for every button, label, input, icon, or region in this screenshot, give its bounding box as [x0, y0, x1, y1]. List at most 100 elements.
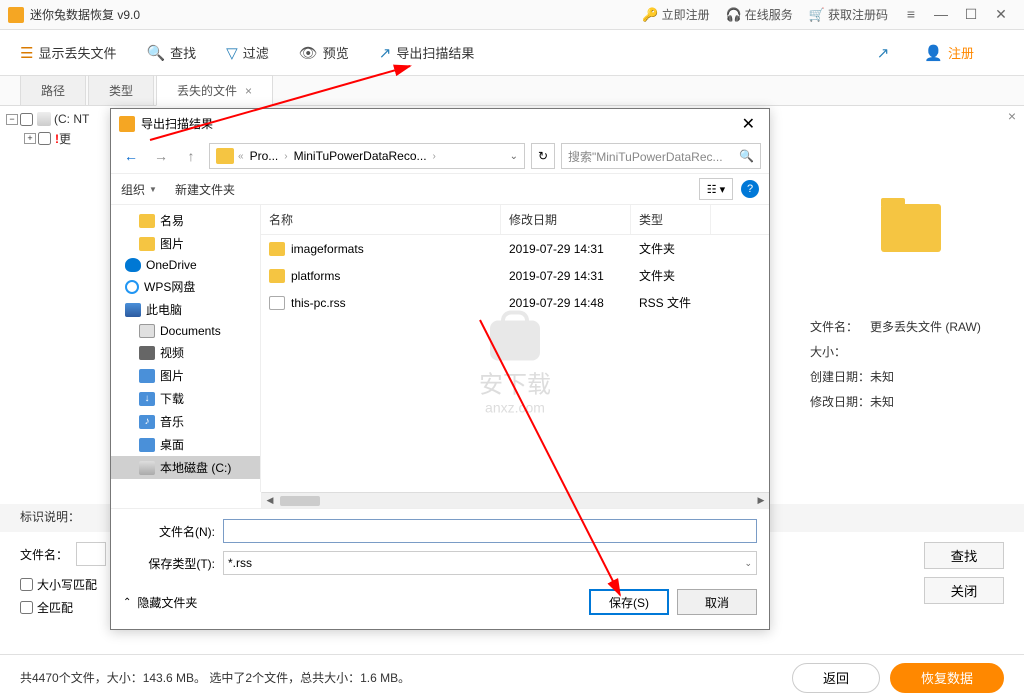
tree-item-OneDrive[interactable]: OneDrive — [111, 255, 260, 275]
tree-node-more[interactable]: + ! 更 — [24, 130, 104, 147]
dialog-title: 导出扫描结果 — [141, 115, 736, 132]
key-icon: 🔑 — [642, 7, 658, 23]
crumb-item[interactable]: Pro... — [244, 149, 285, 163]
expand-icon[interactable]: + — [24, 133, 36, 144]
close-find-button[interactable]: 关闭 — [924, 577, 1004, 604]
folder-icon — [269, 269, 285, 283]
desktop-icon — [139, 438, 155, 452]
collapse-icon[interactable]: − — [6, 114, 18, 125]
register-now-link[interactable]: 🔑立即注册 — [634, 6, 717, 23]
tab-path[interactable]: 路径 — [20, 75, 86, 105]
folder-icon — [269, 242, 285, 256]
share-button[interactable]: ↗ — [877, 44, 895, 62]
filename-search-input[interactable] — [76, 542, 106, 566]
organize-button[interactable]: 组织▼ — [121, 181, 157, 198]
preview-button[interactable]: 👁预览 — [299, 43, 349, 62]
crumb-dropdown-icon[interactable]: ⌄ — [506, 151, 522, 162]
file-row[interactable]: platforms2019-07-29 14:31文件夹 — [261, 262, 769, 289]
list-header: 名称 修改日期 类型 — [261, 205, 769, 235]
nav-back-button[interactable]: ← — [119, 144, 143, 168]
tab-lost-label: 丢失的文件 — [177, 84, 237, 98]
dialog-titlebar: 导出扫描结果 ✕ — [111, 109, 769, 139]
created-label: 创建日期： — [810, 368, 870, 385]
tree-item-视频[interactable]: 视频 — [111, 341, 260, 364]
file-type: 文件夹 — [631, 238, 711, 259]
find-button[interactable]: 查找 — [924, 542, 1004, 569]
scroll-left-icon[interactable]: ◀ — [262, 494, 278, 508]
show-lost-button[interactable]: ☰显示丢失文件 — [20, 43, 116, 62]
info-close-button[interactable]: × — [1008, 108, 1016, 124]
col-date[interactable]: 修改日期 — [501, 205, 631, 234]
tree-item-本地磁盘 (C:)[interactable]: 本地磁盘 (C:) — [111, 456, 260, 479]
view-mode-button[interactable]: ☷ ▾ — [699, 178, 733, 200]
file-type: RSS 文件 — [631, 292, 711, 313]
file-info-panel: × 文件名：更多丢失文件 (RAW) 大小： 创建日期：未知 修改日期：未知 — [806, 108, 1016, 418]
nav-up-button[interactable]: ↑ — [179, 144, 203, 168]
file-row[interactable]: imageformats2019-07-29 14:31文件夹 — [261, 235, 769, 262]
save-button[interactable]: 保存(S) — [589, 589, 669, 615]
wps-icon — [125, 280, 139, 294]
back-button[interactable]: 返回 — [792, 663, 880, 693]
onedrive-icon — [125, 258, 141, 272]
hide-folders-toggle[interactable]: ⌃ 隐藏文件夹 — [123, 594, 197, 611]
help-button[interactable]: ? — [741, 180, 759, 198]
dialog-folder-tree: 名易图片OneDriveWPS网盘此电脑Documents视频图片下载音乐桌面本… — [111, 205, 261, 492]
refresh-button[interactable]: ↻ — [531, 143, 555, 169]
tree-checkbox[interactable] — [20, 113, 33, 126]
col-type[interactable]: 类型 — [631, 205, 711, 234]
scroll-right-icon[interactable]: ▶ — [753, 494, 769, 508]
scroll-thumb[interactable] — [280, 496, 320, 506]
register-button[interactable]: 👤注册 — [924, 43, 974, 62]
tree-node-root[interactable]: − (C: NT — [6, 112, 104, 126]
chevron-down-icon: ▼ — [149, 185, 157, 194]
crumb-item[interactable]: MiniTuPowerDataReco... — [288, 149, 433, 163]
cancel-button[interactable]: 取消 — [677, 589, 757, 615]
breadcrumb[interactable]: « Pro... › MiniTuPowerDataReco... › ⌄ — [209, 143, 525, 169]
tab-type[interactable]: 类型 — [88, 75, 154, 105]
new-folder-button[interactable]: 新建文件夹 — [175, 181, 235, 198]
online-service-link[interactable]: 🎧在线服务 — [718, 6, 801, 23]
tree-item-名易[interactable]: 名易 — [111, 209, 260, 232]
match-whole-checkbox[interactable] — [20, 601, 33, 614]
match-case-checkbox[interactable] — [20, 578, 33, 591]
minimize-button[interactable]: — — [926, 6, 956, 23]
modified-label: 修改日期： — [810, 393, 870, 410]
tab-close-icon[interactable]: × — [245, 84, 252, 98]
tree-item-Documents[interactable]: Documents — [111, 321, 260, 341]
export-button[interactable]: ↗导出扫描结果 — [379, 43, 475, 62]
tree-item-label: 名易 — [160, 212, 184, 229]
dialog-search-input[interactable]: 搜索"MiniTuPowerDataRec... 🔍 — [561, 143, 761, 169]
share-icon: ↗ — [877, 44, 890, 62]
filename-input[interactable] — [223, 519, 757, 543]
file-row[interactable]: this-pc.rss 2019-07-29 14:48RSS 文件 — [261, 289, 769, 316]
search-button[interactable]: 🔍查找 — [146, 43, 196, 62]
eye-icon: 👁 — [299, 44, 318, 62]
tree-item-此电脑[interactable]: 此电脑 — [111, 298, 260, 321]
col-name[interactable]: 名称 — [261, 205, 501, 234]
file-date: 2019-07-29 14:48 — [501, 292, 631, 313]
tree-item-WPS网盘[interactable]: WPS网盘 — [111, 275, 260, 298]
video-icon — [139, 346, 155, 360]
nav-forward-button[interactable]: → — [149, 144, 173, 168]
mark-label: 标识说明： — [20, 510, 80, 524]
tree-item-下载[interactable]: 下载 — [111, 387, 260, 410]
menu-button[interactable]: ≡ — [896, 6, 926, 23]
savetype-select[interactable]: *.rss ⌄ — [223, 551, 757, 575]
close-button[interactable]: ✕ — [986, 6, 1016, 23]
dialog-body: 名易图片OneDriveWPS网盘此电脑Documents视频图片下载音乐桌面本… — [111, 205, 769, 492]
horizontal-scrollbar[interactable]: ◀ ▶ — [261, 492, 769, 508]
tree-item-图片[interactable]: 图片 — [111, 364, 260, 387]
tree-checkbox[interactable] — [38, 132, 51, 145]
tree-item-音乐[interactable]: 音乐 — [111, 410, 260, 433]
dialog-close-button[interactable]: ✕ — [736, 114, 761, 134]
tree-item-桌面[interactable]: 桌面 — [111, 433, 260, 456]
get-code-link[interactable]: 🛒获取注册码 — [801, 6, 896, 23]
tab-path-label: 路径 — [41, 84, 65, 98]
filter-button[interactable]: ▽过滤 — [226, 43, 269, 62]
modified-value: 未知 — [870, 393, 894, 410]
tree-item-图片[interactable]: 图片 — [111, 232, 260, 255]
maximize-button[interactable]: ☐ — [956, 6, 986, 23]
recover-button[interactable]: 恢复数据 — [890, 663, 1004, 693]
file-name: this-pc.rss — [291, 296, 346, 310]
tab-lost[interactable]: 丢失的文件 × — [156, 75, 273, 106]
